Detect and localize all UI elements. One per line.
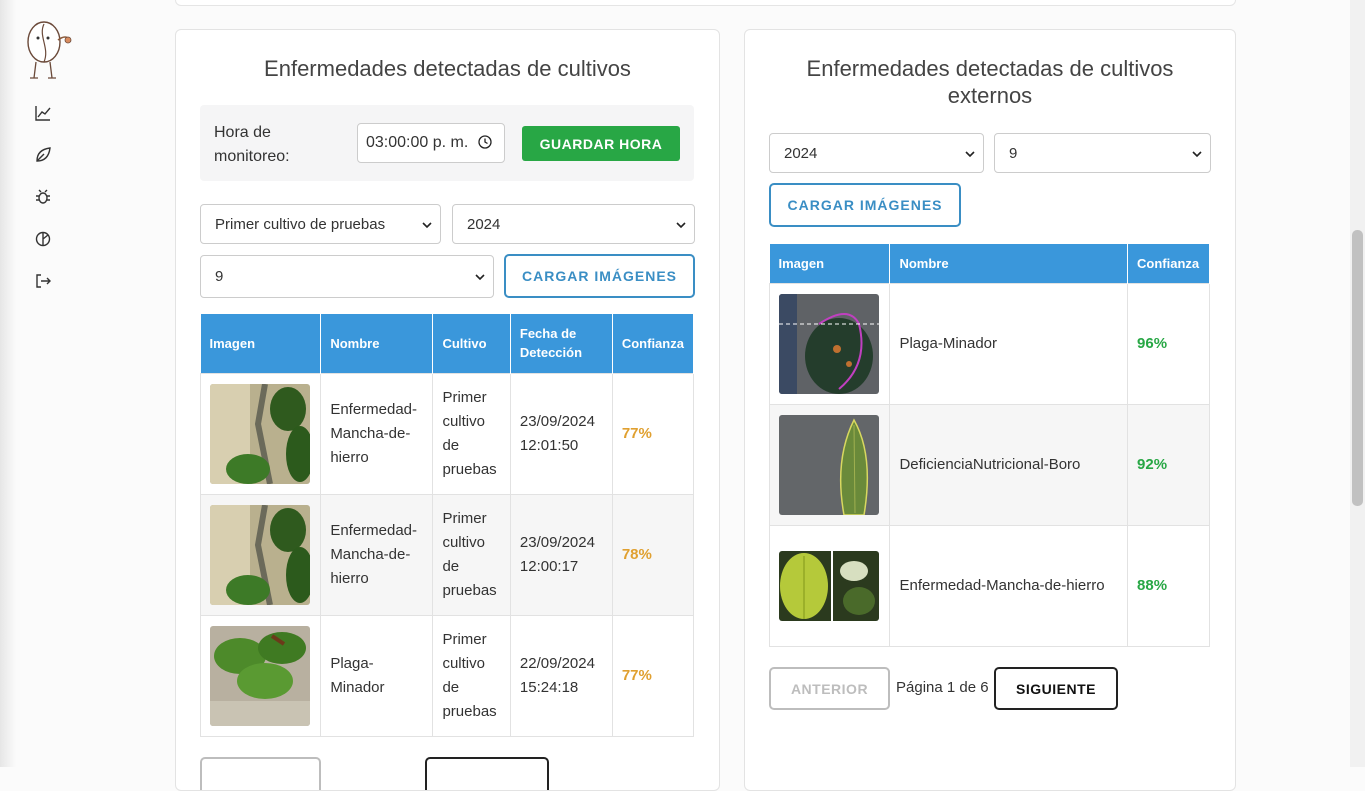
date-cell: 23/09/2024 12:00:17: [509, 493, 613, 616]
col-header-crop: Cultivo: [432, 314, 511, 373]
image-cell: [768, 524, 891, 647]
name-cell: Plaga-Minador: [889, 282, 1129, 405]
name-cell: Enfermedad-Mancha-de-hierro: [889, 524, 1129, 647]
col-header-name: Nombre: [889, 244, 1129, 283]
logout-icon[interactable]: [32, 270, 54, 292]
crop-select-value: Primer cultivo de pruebas: [215, 215, 386, 233]
table-row[interactable]: Plaga-Minador Primer cultivo de pruebas …: [199, 614, 695, 737]
top-card: [175, 0, 1236, 6]
col-header-name: Nombre: [320, 314, 434, 373]
crop-cell: Primer cultivo de pruebas: [432, 614, 511, 737]
year-select[interactable]: 2024: [452, 204, 695, 244]
card-title: Enfermedades detectadas de cultivos exte…: [806, 56, 1174, 108]
time-input[interactable]: 03:00:00 p. m.: [357, 123, 505, 163]
chevron-down-icon: [965, 151, 975, 158]
crop-select[interactable]: Primer cultivo de pruebas: [200, 204, 441, 244]
col-header-date: Fecha de Detección: [510, 314, 613, 373]
chart-line-icon[interactable]: [32, 102, 54, 124]
leaf-photo[interactable]: [779, 293, 879, 394]
table-header-row: Imagen Nombre Confianza: [769, 244, 1210, 283]
leaf-photo[interactable]: [779, 550, 879, 621]
name-cell: Enfermedad-Mancha-de-hierro: [320, 493, 434, 616]
chevron-down-icon: [1192, 151, 1202, 158]
chevron-down-icon: [676, 222, 686, 229]
table-row[interactable]: DeficienciaNutricional-Boro 92%: [768, 403, 1210, 526]
page-info: Página 1 de 6: [896, 679, 989, 696]
next-page-button[interactable]: SIGUIENTE: [994, 667, 1118, 710]
crop-diseases-card: Enfermedades detectadas de cultivos Hora…: [175, 29, 720, 791]
image-cell: [768, 403, 891, 526]
table-row[interactable]: Enfermedad-Mancha-de-hierro Primer culti…: [199, 493, 695, 616]
image-cell: [199, 372, 322, 495]
table-header-row: Imagen Nombre Cultivo Fecha de Detección…: [200, 314, 695, 373]
monitoring-hour-box: Hora de monitoreo: 03:00:00 p. m. GUARDA…: [200, 105, 694, 181]
name-cell: DeficienciaNutricional-Boro: [889, 403, 1129, 526]
scrollbar[interactable]: [1350, 0, 1365, 767]
prev-page-button[interactable]: ANTERIOR: [769, 667, 890, 710]
col-header-confidence: Confianza: [612, 314, 695, 373]
month-select[interactable]: 9: [200, 255, 494, 298]
confidence-cell: 88%: [1127, 524, 1210, 647]
confidence-cell: 78%: [611, 493, 695, 616]
image-cell: [199, 493, 322, 616]
confidence-cell: 96%: [1127, 282, 1210, 405]
external-crop-diseases-card: Enfermedades detectadas de cultivos exte…: [744, 29, 1236, 791]
prev-page-button[interactable]: [200, 757, 321, 790]
image-cell: [199, 614, 322, 737]
image-cell: [768, 282, 891, 405]
leaf-icon[interactable]: [32, 144, 54, 166]
load-images-button[interactable]: CARGAR IMÁGENES: [769, 183, 961, 227]
month-select[interactable]: 9: [994, 133, 1211, 173]
col-header-confidence: Confianza: [1127, 244, 1210, 283]
month-select-value: 9: [215, 268, 224, 285]
date-cell: 23/09/2024 12:01:50: [509, 372, 613, 495]
hour-label: Hora de monitoreo:: [214, 124, 290, 165]
year-select-value: 2024: [467, 215, 501, 233]
load-images-button[interactable]: CARGAR IMÁGENES: [504, 254, 695, 298]
year-select-value: 2024: [784, 144, 818, 162]
logo-icon: [27, 21, 72, 79]
chevron-down-icon: [422, 222, 432, 229]
sidebar: [16, 0, 86, 767]
col-header-image: Imagen: [769, 244, 891, 283]
table-row[interactable]: Enfermedad-Mancha-de-hierro 88%: [768, 524, 1210, 647]
leaf-photo[interactable]: [210, 625, 310, 726]
crop-cell: Primer cultivo de pruebas: [432, 493, 511, 616]
col-header-image: Imagen: [200, 314, 322, 373]
clock-icon[interactable]: [478, 135, 492, 149]
scrollbar-thumb[interactable]: [1352, 230, 1363, 506]
crop-cell: Primer cultivo de pruebas: [432, 372, 511, 495]
external-detections-table: Imagen Nombre Confianza Plaga-Minador 96…: [768, 244, 1210, 647]
confidence-cell: 77%: [611, 614, 695, 737]
confidence-cell: 77%: [611, 372, 695, 495]
save-hour-button[interactable]: GUARDAR HORA: [522, 126, 680, 161]
month-select-value: 9: [1009, 144, 1018, 162]
chevron-down-icon: [475, 274, 485, 281]
bug-icon[interactable]: [32, 186, 54, 208]
leaf-photo[interactable]: [210, 383, 310, 484]
detections-table: Imagen Nombre Cultivo Fecha de Detección…: [199, 314, 695, 737]
leaf-photo[interactable]: [210, 504, 310, 605]
table-row[interactable]: Plaga-Minador 96%: [768, 282, 1210, 405]
card-title: Enfermedades detectadas de cultivos: [264, 56, 631, 81]
page-shadow: [0, 0, 16, 767]
name-cell: Enfermedad-Mancha-de-hierro: [320, 372, 434, 495]
time-value: 03:00:00 p. m.: [366, 134, 469, 151]
next-page-button[interactable]: [425, 757, 549, 790]
date-cell: 22/09/2024 15:24:18: [509, 614, 613, 737]
table-row[interactable]: Enfermedad-Mancha-de-hierro Primer culti…: [199, 372, 695, 495]
confidence-cell: 92%: [1127, 403, 1210, 526]
year-select[interactable]: 2024: [769, 133, 984, 173]
disease-icon[interactable]: [32, 228, 54, 250]
leaf-photo[interactable]: [779, 414, 879, 515]
name-cell: Plaga-Minador: [320, 614, 434, 737]
